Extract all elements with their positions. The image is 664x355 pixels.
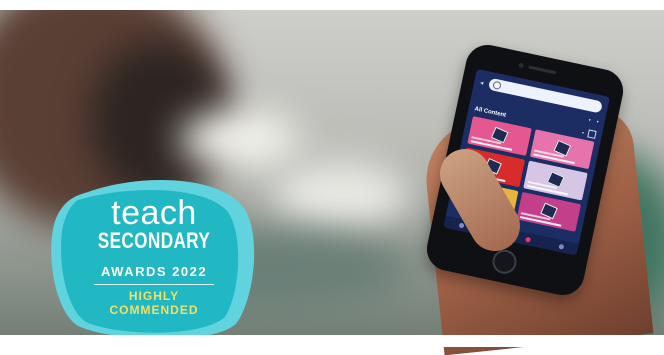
badge-subtitle: SECONDARY: [97, 228, 211, 253]
badge-commendation-line2: COMMENDED: [109, 303, 199, 317]
back-arrow-icon: ◀: [479, 79, 484, 85]
badge-title: teach: [111, 194, 197, 232]
blurred-light: [270, 160, 410, 230]
award-badge: teach SECONDARY AWARDS 2022 HIGHLY COMME…: [48, 178, 260, 338]
home-button: [490, 247, 519, 276]
filter-dropdown-icon: ▾: [588, 117, 592, 123]
grid-view-icon: [587, 129, 597, 139]
badge-awards-year: AWARDS 2022: [100, 264, 208, 279]
bottom-border: [0, 335, 664, 347]
camera-icon: [518, 62, 525, 69]
search-icon: [492, 80, 502, 91]
nav-home-icon: [458, 221, 465, 228]
sort-icon: ▾: [581, 129, 585, 135]
nav-profile-icon: [557, 243, 564, 250]
nav-library-icon: [524, 236, 531, 243]
blurred-light: [180, 110, 300, 170]
top-border: [0, 0, 664, 10]
badge-commendation-line1: HIGHLY: [128, 289, 180, 303]
photo: ◀ ▾ ▾ All Content ▾ teach SECONDARY AWAR…: [0, 0, 664, 355]
filter-dropdown-icon: ▾: [596, 118, 600, 125]
earpiece: [528, 65, 557, 75]
badge-divider: [94, 284, 214, 285]
